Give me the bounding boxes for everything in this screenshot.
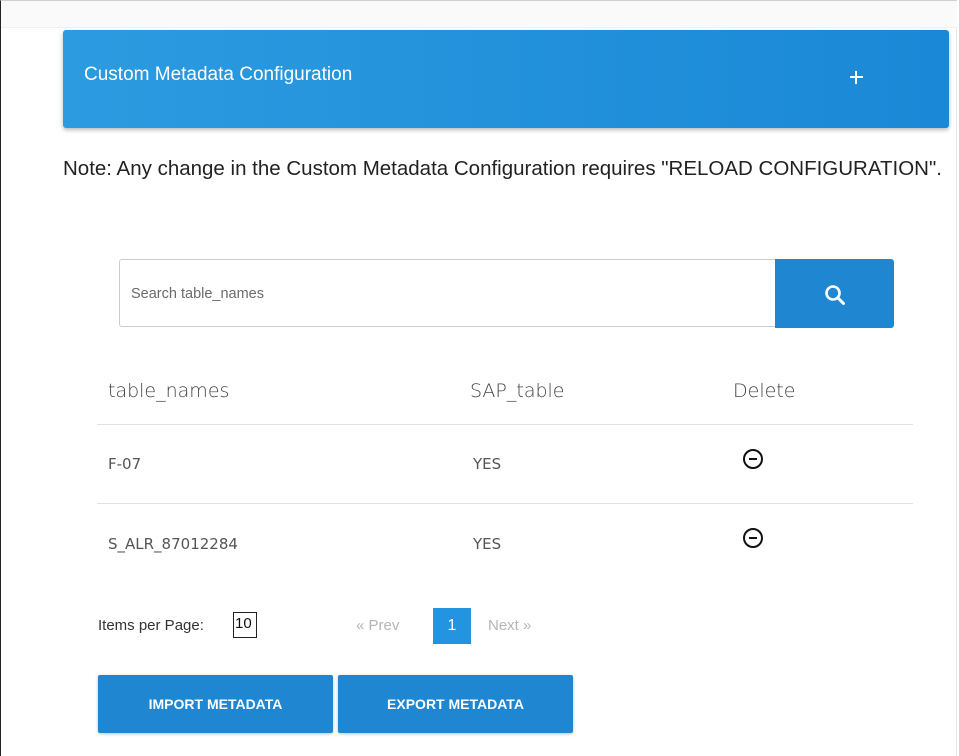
minus-circle-icon[interactable] (743, 528, 763, 548)
column-header-sap-table[interactable]: SAP_table (470, 380, 565, 402)
table-divider (97, 424, 913, 425)
panel-title: Custom Metadata Configuration (84, 64, 353, 85)
next-page-link[interactable]: Next » (488, 617, 531, 634)
cell-sap-table: YES (473, 535, 502, 553)
column-header-table-names[interactable]: table_names (108, 380, 229, 402)
cell-table-name: F-07 (108, 455, 142, 473)
search-box (119, 259, 775, 327)
items-per-page-label: Items per Page: (98, 617, 204, 634)
cell-sap-table: YES (473, 455, 502, 473)
minus-circle-icon[interactable] (743, 449, 763, 469)
search-input[interactable] (129, 280, 763, 308)
top-band (1, 1, 957, 28)
items-per-page-input[interactable]: 10 (233, 612, 257, 638)
import-metadata-button[interactable]: IMPORT METADATA (98, 675, 333, 733)
search-icon (825, 285, 845, 305)
table-divider (97, 503, 913, 504)
current-page-button[interactable]: 1 (433, 608, 471, 644)
add-config-button[interactable] (843, 60, 869, 86)
column-header-delete: Delete (733, 380, 796, 402)
note-text: Note: Any change in the Custom Metadata … (63, 157, 942, 180)
prev-page-link[interactable]: « Prev (356, 617, 399, 634)
search-button[interactable] (775, 259, 894, 328)
cell-table-name: S_ALR_87012284 (108, 535, 238, 553)
export-metadata-button[interactable]: EXPORT METADATA (338, 675, 573, 733)
panel-header: Custom Metadata Configuration (63, 30, 949, 128)
